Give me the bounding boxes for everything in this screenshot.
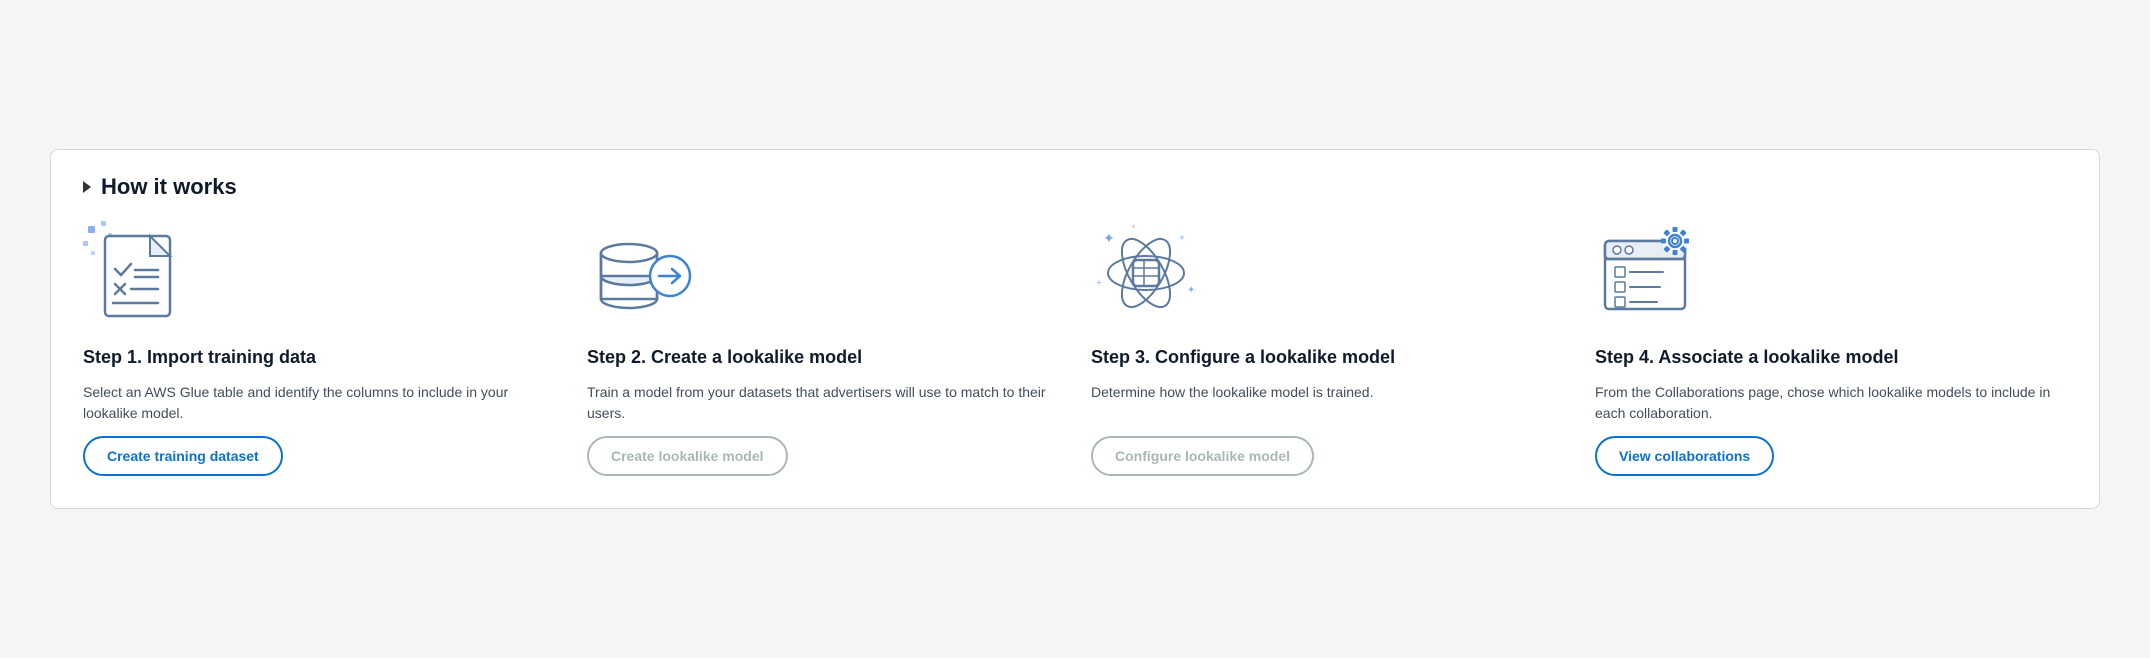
step-card-1: Step 1. Import training data Select an A… — [83, 224, 555, 475]
steps-grid: Step 1. Import training data Select an A… — [83, 224, 2067, 475]
step2-icon — [587, 224, 1059, 334]
how-it-works-panel: How it works — [50, 149, 2100, 508]
svg-text:+: + — [1096, 278, 1102, 289]
step4-icon — [1595, 224, 2067, 334]
step1-description: Select an AWS Glue table and identify th… — [83, 382, 555, 424]
step-card-2: Step 2. Create a lookalike model Train a… — [587, 224, 1059, 475]
configure-lookalike-model-button: Configure lookalike model — [1091, 436, 1314, 476]
step2-title: Step 2. Create a lookalike model — [587, 346, 1059, 369]
step3-description: Determine how the lookalike model is tra… — [1091, 382, 1563, 424]
step-card-4: Step 4. Associate a lookalike model From… — [1595, 224, 2067, 475]
panel-header: How it works — [83, 174, 2067, 200]
step2-description: Train a model from your datasets that ad… — [587, 382, 1059, 424]
step1-icon — [83, 224, 555, 334]
create-lookalike-model-button: Create lookalike model — [587, 436, 788, 476]
svg-text:+: + — [1179, 233, 1185, 244]
step1-title: Step 1. Import training data — [83, 346, 555, 369]
step4-description: From the Collaborations page, chose whic… — [1595, 382, 2067, 424]
svg-text:+: + — [1131, 222, 1136, 231]
step3-title: Step 3. Configure a lookalike model — [1091, 346, 1563, 369]
step4-title: Step 4. Associate a lookalike model — [1595, 346, 2067, 369]
view-collaborations-button[interactable]: View collaborations — [1595, 436, 1774, 476]
step-card-3: ✦ + + ✦ + Step 3. Configure — [1091, 224, 1563, 475]
collapse-icon[interactable] — [83, 181, 91, 193]
svg-text:✦: ✦ — [1103, 230, 1115, 246]
panel-title: How it works — [101, 174, 237, 200]
create-training-dataset-button[interactable]: Create training dataset — [83, 436, 283, 476]
svg-text:✦: ✦ — [1187, 285, 1195, 296]
step3-icon: ✦ + + ✦ + — [1091, 224, 1563, 334]
